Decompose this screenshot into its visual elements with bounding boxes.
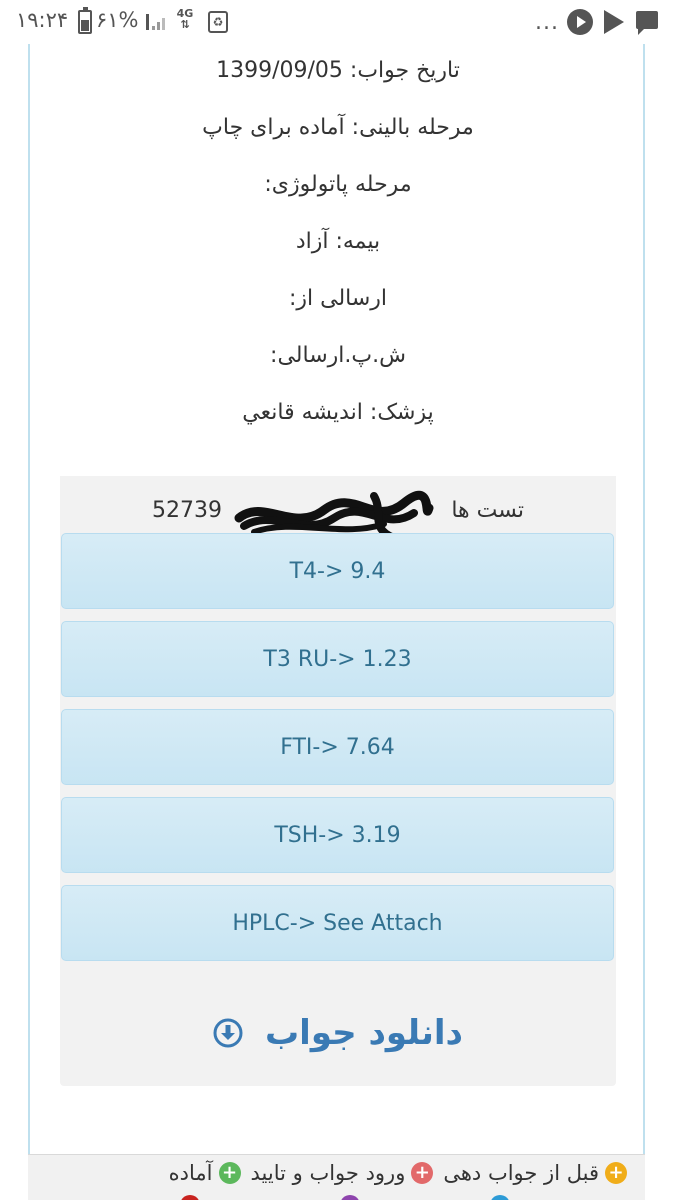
- play-store-icon: [604, 10, 624, 34]
- sent-code: ش.پ.ارسالی:: [270, 343, 406, 368]
- legend-dot-blue-icon: [490, 1195, 510, 1200]
- frame-right-border: [643, 44, 645, 1154]
- battery-percent: ۶۱%: [96, 8, 139, 32]
- legend-label: قبل از جواب دهی: [443, 1161, 599, 1185]
- legend-item-entry-confirm: + ورود جواب و تایید: [251, 1161, 434, 1185]
- insurance: بیمه: آزاد: [295, 229, 381, 254]
- clinical-stage: مرحله بالینی: آماده برای چاپ: [202, 115, 474, 140]
- answer-date: تاریخ جواب: 1399/09/05: [216, 58, 460, 83]
- overflow-dots: ...: [535, 10, 559, 35]
- test-result-fti[interactable]: FTI-> 7.64: [61, 709, 614, 785]
- legend-dot-red-icon: [180, 1195, 200, 1200]
- network-type: 4G ⇅: [176, 7, 194, 31]
- legend-item-before-answer: + قبل از جواب دهی: [443, 1161, 627, 1185]
- test-result-t3-ru[interactable]: T3 RU-> 1.23: [61, 621, 614, 697]
- test-result-t4[interactable]: T4-> 9.4: [61, 533, 614, 609]
- test-result-tsh[interactable]: TSH-> 3.19: [61, 797, 614, 873]
- message-icon: [636, 11, 658, 35]
- status-legend: + قبل از جواب دهی + ورود جواب و تایید + …: [28, 1154, 645, 1200]
- download-answer-button[interactable]: دانلود جواب: [60, 1002, 616, 1064]
- recycle-icon: ♻: [208, 11, 228, 33]
- plus-orange-icon: +: [605, 1162, 627, 1184]
- legend-dot-purple-icon: [340, 1195, 360, 1200]
- plus-green-icon: +: [218, 1162, 241, 1184]
- status-bar: ۱۹:۲۴ ۶۱% 4G ⇅ ♻ ...: [0, 0, 675, 44]
- play-circle-icon: [567, 9, 593, 35]
- plus-red-icon: +: [411, 1162, 434, 1184]
- download-answer-label: دانلود جواب: [265, 1013, 463, 1053]
- battery-level: [81, 20, 89, 31]
- legend-label: ورود جواب و تایید: [250, 1161, 406, 1185]
- legend-item-ready: + آماده: [169, 1161, 241, 1185]
- sent-from: ارسالی از:: [288, 286, 388, 311]
- legend-label: آماده: [168, 1161, 213, 1185]
- test-result-hplc[interactable]: HPLC-> See Attach: [61, 885, 614, 961]
- frame-left-border: [28, 44, 30, 1154]
- battery-icon: [78, 7, 92, 34]
- doctor: پزشک: اندیشه قانعي: [242, 400, 434, 425]
- tests-header-number: 52739: [152, 498, 222, 523]
- status-time: ۱۹:۲۴: [16, 8, 69, 32]
- signal-icon: [146, 14, 165, 30]
- pathology-stage: مرحله پاتولوژی:: [264, 172, 412, 197]
- tests-header-label: تست ها: [451, 498, 524, 523]
- download-circle-icon: [213, 1018, 243, 1048]
